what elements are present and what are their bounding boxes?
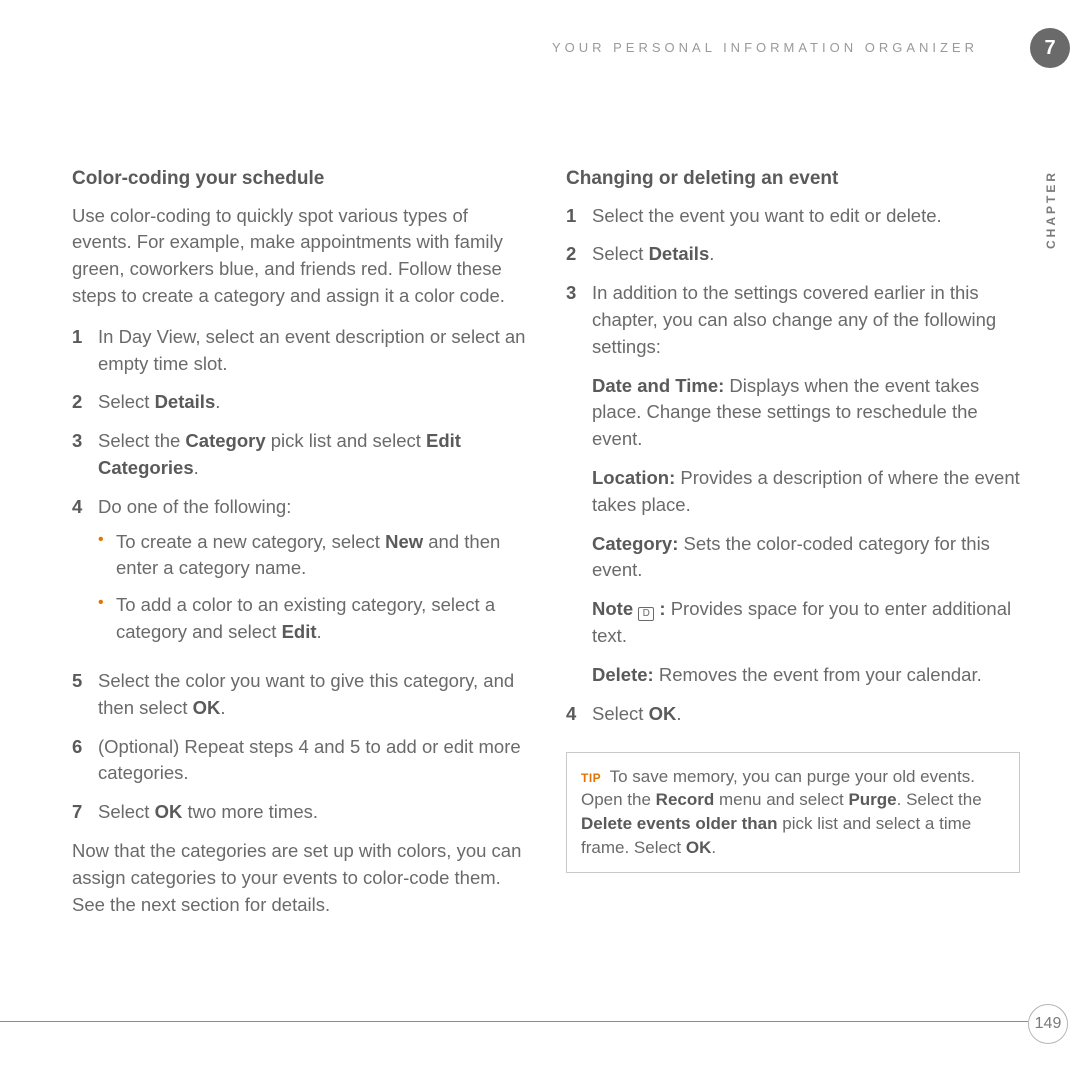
left-step-7: 7 Select OK two more times. [72,799,526,826]
step-text: Select the Category pick list and select… [98,428,526,482]
left-step-4-bullets: • To create a new category, select New a… [98,529,526,646]
left-step-5: 5 Select the color you want to give this… [72,668,526,722]
running-header: YOUR PERSONAL INFORMATION ORGANIZER [72,40,1020,55]
step-text: Do one of the following: • To create a n… [98,494,526,656]
left-step-1: 1 In Day View, select an event descripti… [72,324,526,378]
bullet-item: • To create a new category, select New a… [98,529,526,583]
footer-rule [0,1021,1028,1022]
step-text: (Optional) Repeat steps 4 and 5 to add o… [98,734,526,788]
setting-location: Location: Provides a description of wher… [592,465,1020,519]
setting-delete: Delete: Removes the event from your cale… [592,662,1020,689]
step-text: Select the event you want to edit or del… [592,203,1020,230]
left-steps: 1 In Day View, select an event descripti… [72,324,526,826]
step-number: 7 [72,799,98,826]
step-text: In Day View, select an event description… [98,324,526,378]
bullet-item: • To add a color to an existing category… [98,592,526,646]
right-step-3: 3 In addition to the settings covered ea… [566,280,1020,689]
tip-label: TIP [581,771,601,785]
left-step-4: 4 Do one of the following: • To create a… [72,494,526,656]
chapter-number-badge: 7 [1030,28,1070,68]
setting-category: Category: Sets the color-coded category … [592,531,1020,585]
left-intro: Use color-coding to quickly spot various… [72,203,526,310]
step-text: Select the color you want to give this c… [98,668,526,722]
step-text: Select Details. [98,389,526,416]
left-step-2: 2 Select Details. [72,389,526,416]
step-number: 4 [72,494,98,656]
right-column: Changing or deleting an event 1 Select t… [566,165,1020,932]
step-number: 3 [72,428,98,482]
chapter-side-label: CHAPTER [1044,170,1058,249]
right-step-1: 1 Select the event you want to edit or d… [566,203,1020,230]
right-step-4: 4 Select OK. [566,701,1020,728]
left-outro: Now that the categories are set up with … [72,838,526,918]
step-number: 1 [566,203,592,230]
setting-date-time: Date and Time: Displays when the event t… [592,373,1020,453]
page: YOUR PERSONAL INFORMATION ORGANIZER 7 CH… [0,0,1080,1080]
step-number: 4 [566,701,592,728]
right-heading: Changing or deleting an event [566,165,1020,193]
step-number: 1 [72,324,98,378]
bullet-dot-icon: • [98,592,116,646]
left-heading: Color-coding your schedule [72,165,526,193]
step-text: Select OK two more times. [98,799,526,826]
right-steps: 1 Select the event you want to edit or d… [566,203,1020,728]
bullet-text: To create a new category, select New and… [116,529,526,583]
step-text: Select Details. [592,241,1020,268]
note-icon: D [638,607,654,621]
step-number: 2 [566,241,592,268]
page-number: 149 [1028,1004,1068,1044]
step-number: 2 [72,389,98,416]
left-step-6: 6 (Optional) Repeat steps 4 and 5 to add… [72,734,526,788]
step-number: 5 [72,668,98,722]
content-columns: Color-coding your schedule Use color-cod… [72,165,1020,932]
bullet-dot-icon: • [98,529,116,583]
right-step-2: 2 Select Details. [566,241,1020,268]
step-text: In addition to the settings covered earl… [592,280,1020,689]
tip-box: TIP To save memory, you can purge your o… [566,752,1020,873]
step-text: Select OK. [592,701,1020,728]
left-step-3: 3 Select the Category pick list and sele… [72,428,526,482]
step-number: 6 [72,734,98,788]
left-column: Color-coding your schedule Use color-cod… [72,165,526,932]
setting-note: Note D : Provides space for you to enter… [592,596,1020,650]
bullet-text: To add a color to an existing category, … [116,592,526,646]
step-number: 3 [566,280,592,689]
